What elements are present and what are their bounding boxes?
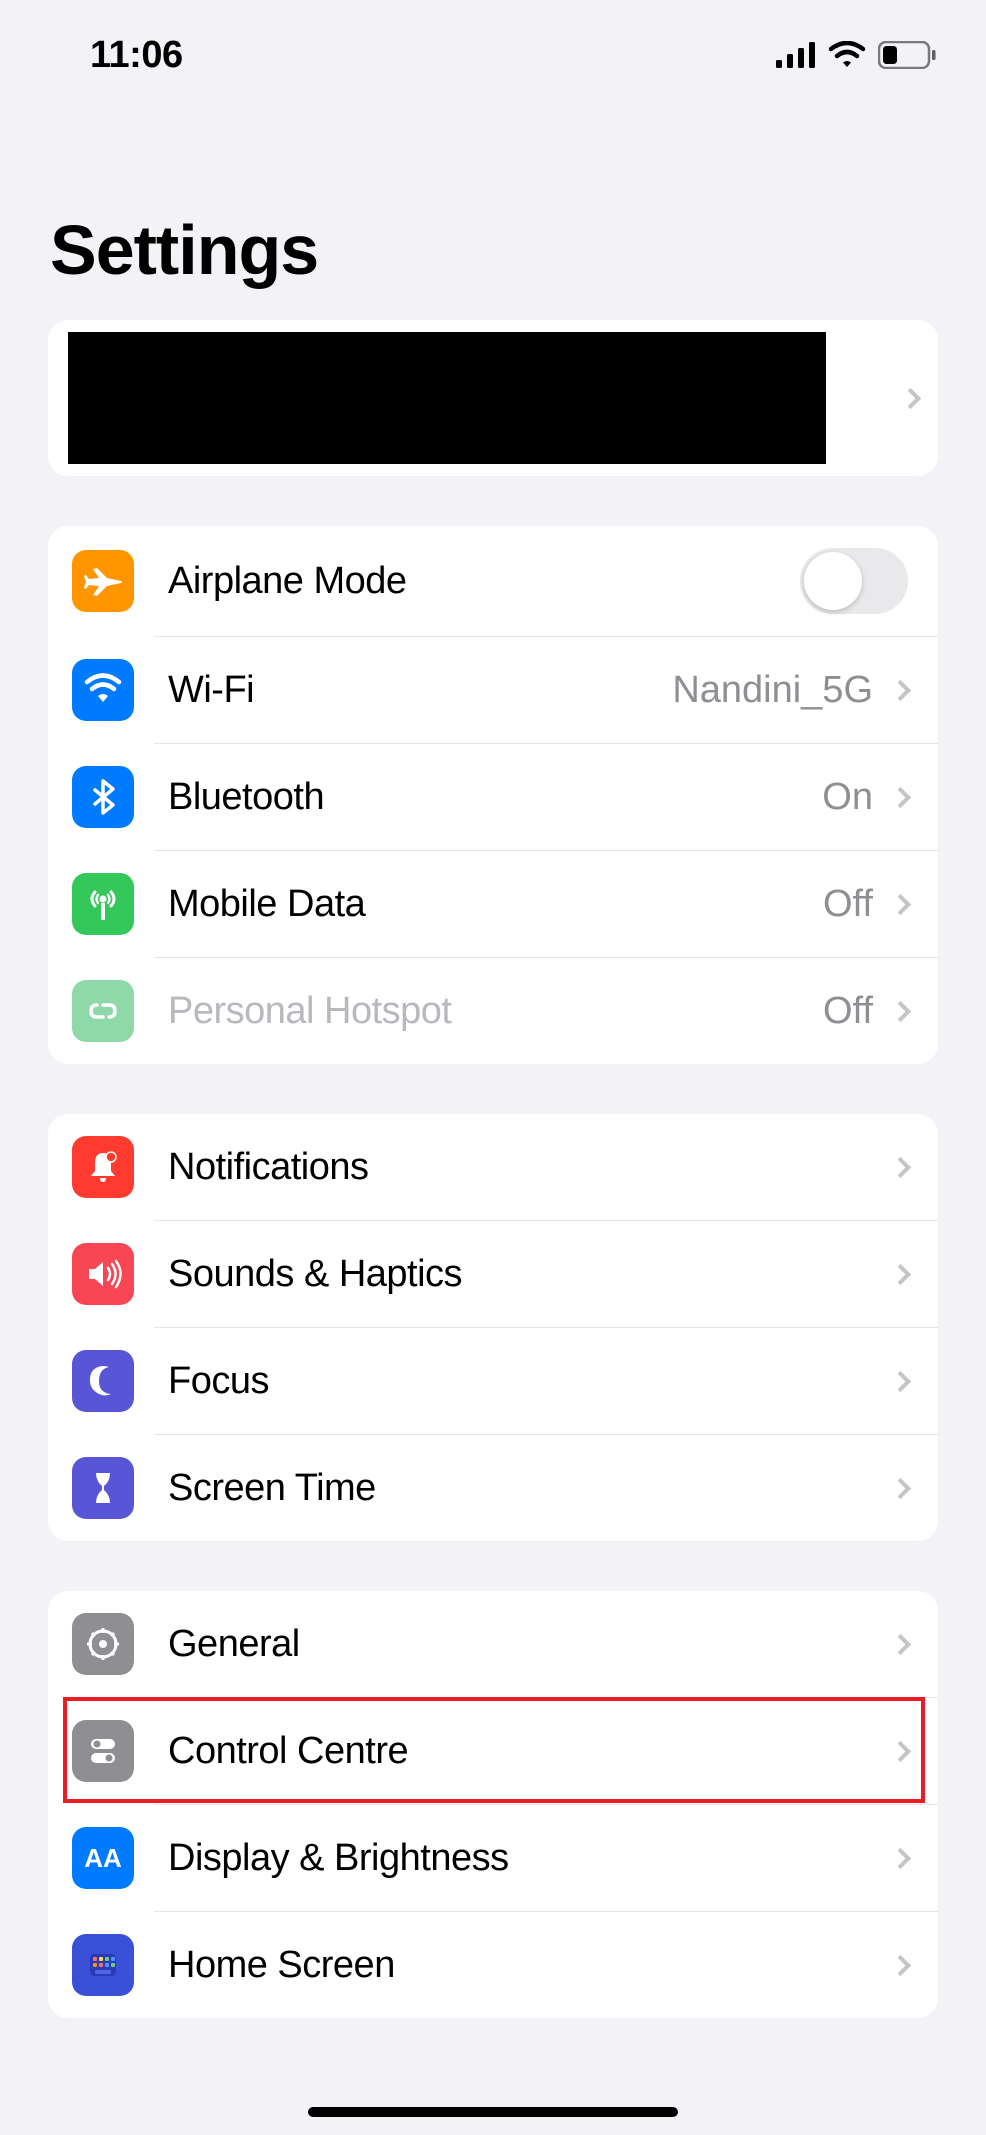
row-value: Nandini_5G bbox=[672, 669, 873, 712]
focus-icon bbox=[72, 1350, 134, 1412]
row-label: General bbox=[168, 1623, 893, 1666]
control-centre-icon bbox=[72, 1720, 134, 1782]
status-icons bbox=[776, 41, 936, 69]
settings-row-screen-time[interactable]: Screen Time bbox=[48, 1435, 938, 1541]
status-bar: 11:06 bbox=[0, 0, 986, 100]
settings-row-bluetooth[interactable]: Bluetooth On bbox=[48, 744, 938, 850]
settings-row-airplane-mode[interactable]: Airplane Mode bbox=[48, 526, 938, 636]
row-label: Mobile Data bbox=[168, 883, 823, 926]
settings-group-connectivity: Airplane Mode Wi-Fi Nandini_5G Bluetooth… bbox=[48, 526, 938, 1064]
settings-row-focus[interactable]: Focus bbox=[48, 1328, 938, 1434]
profile-row[interactable] bbox=[48, 320, 938, 476]
settings-group-notifications: Notifications Sounds & Haptics Focus Scr… bbox=[48, 1114, 938, 1541]
svg-text:AA: AA bbox=[84, 1843, 122, 1873]
settings-group-general: General Control Centre AA Display & Brig… bbox=[48, 1591, 938, 2018]
chevron-right-icon bbox=[890, 1263, 911, 1284]
row-label: Wi-Fi bbox=[168, 669, 672, 712]
chevron-right-icon bbox=[890, 1740, 911, 1761]
chevron-right-icon bbox=[900, 387, 921, 408]
cellular-icon bbox=[776, 42, 816, 68]
profile-redacted bbox=[68, 332, 826, 464]
settings-row-control-centre[interactable]: Control Centre bbox=[48, 1698, 938, 1804]
settings-row-wifi[interactable]: Wi-Fi Nandini_5G bbox=[48, 637, 938, 743]
home-screen-icon bbox=[72, 1934, 134, 1996]
row-label: Sounds & Haptics bbox=[168, 1253, 893, 1296]
row-label: Personal Hotspot bbox=[168, 990, 823, 1033]
home-indicator[interactable] bbox=[308, 2107, 678, 2117]
chevron-right-icon bbox=[890, 1156, 911, 1177]
settings-row-notifications[interactable]: Notifications bbox=[48, 1114, 938, 1220]
row-label: Screen Time bbox=[168, 1467, 893, 1510]
sounds-icon bbox=[72, 1243, 134, 1305]
status-time: 11:06 bbox=[90, 34, 183, 77]
chevron-right-icon bbox=[890, 679, 911, 700]
settings-row-mobile-data[interactable]: Mobile Data Off bbox=[48, 851, 938, 957]
row-label: Bluetooth bbox=[168, 776, 822, 819]
row-label: Airplane Mode bbox=[168, 560, 800, 603]
row-label: Control Centre bbox=[168, 1730, 893, 1773]
chevron-right-icon bbox=[890, 1847, 911, 1868]
mobile-data-icon bbox=[72, 873, 134, 935]
row-label: Home Screen bbox=[168, 1944, 893, 1987]
row-value: Off bbox=[823, 883, 873, 926]
page-title: Settings bbox=[0, 100, 986, 320]
wifi-icon bbox=[828, 41, 866, 69]
chevron-right-icon bbox=[890, 1477, 911, 1498]
chevron-right-icon bbox=[890, 1370, 911, 1391]
row-label: Notifications bbox=[168, 1146, 893, 1189]
wifi-icon bbox=[72, 659, 134, 721]
airplane-mode-toggle[interactable] bbox=[800, 548, 908, 614]
settings-row-sounds[interactable]: Sounds & Haptics bbox=[48, 1221, 938, 1327]
bluetooth-icon bbox=[72, 766, 134, 828]
settings-row-general[interactable]: General bbox=[48, 1591, 938, 1697]
chevron-right-icon bbox=[890, 1000, 911, 1021]
row-label: Display & Brightness bbox=[168, 1837, 893, 1880]
general-icon bbox=[72, 1613, 134, 1675]
battery-icon bbox=[878, 41, 936, 69]
row-value: Off bbox=[823, 990, 873, 1033]
row-label: Focus bbox=[168, 1360, 893, 1403]
airplane-icon bbox=[72, 550, 134, 612]
chevron-right-icon bbox=[890, 893, 911, 914]
chevron-right-icon bbox=[890, 786, 911, 807]
settings-row-home-screen[interactable]: Home Screen bbox=[48, 1912, 938, 2018]
settings-row-personal-hotspot[interactable]: Personal Hotspot Off bbox=[48, 958, 938, 1064]
row-value: On bbox=[822, 776, 873, 819]
screen-time-icon bbox=[72, 1457, 134, 1519]
chevron-right-icon bbox=[890, 1633, 911, 1654]
chevron-right-icon bbox=[890, 1954, 911, 1975]
display-icon: AA bbox=[72, 1827, 134, 1889]
hotspot-icon bbox=[72, 980, 134, 1042]
notifications-icon bbox=[72, 1136, 134, 1198]
settings-row-display[interactable]: AA Display & Brightness bbox=[48, 1805, 938, 1911]
